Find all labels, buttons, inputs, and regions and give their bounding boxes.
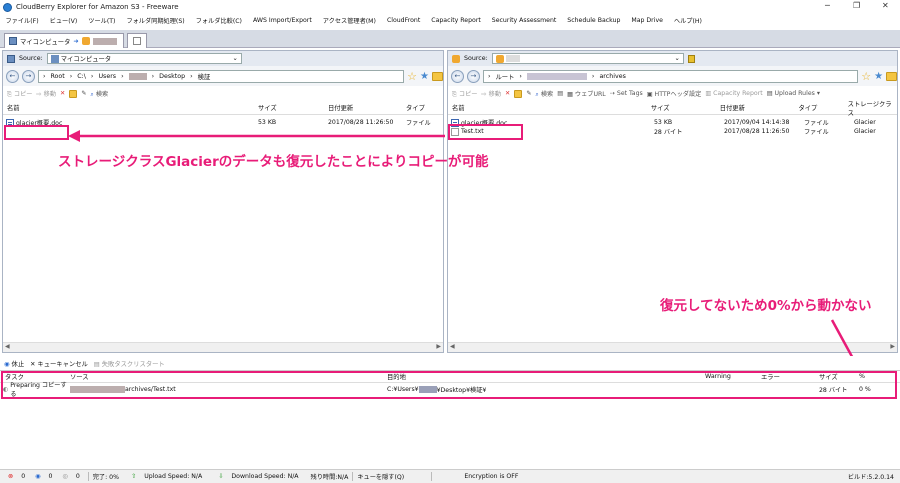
error-icon: ⊗ [8,473,14,480]
status-done: 完了: 0% [87,472,123,481]
annotation-copy-note: ストレージクラスGlacierのデータも復元したことによりコピーが可能 [58,154,489,170]
label: 失敗タスクリスタート [101,360,165,368]
count: 0 [75,473,80,480]
cancel-queue-button[interactable]: ✕ キューキャンセル [30,359,88,368]
close-icon: ✕ [30,360,36,368]
status-remaining: 残り時間:N/A [310,474,349,481]
hide-queue-button[interactable]: キューを隠す(Q) [352,472,433,481]
status-encryption: Encryption is OFF [464,473,519,480]
info-icon: ◉ [35,473,41,480]
queue-toolbar: ◉ 休止 ✕ キューキャンセル ▤ 失敗タスクリスタート [0,356,900,370]
up-arrow-icon: ⇧ [131,473,137,480]
label: キューキャンセル [37,360,88,368]
status-bar: ⊗ 0 ◉ 0 ◎ 0 完了: 0% ⇧ Upload Speed: N/A ⇩ Down… [0,469,900,483]
error-count[interactable]: ⊗ 0 ◉ 0 ◎ 0 [0,473,88,480]
arrow-head-left [68,130,80,142]
upload-speed: ⇧ Upload Speed: N/A [123,473,210,480]
pause-button[interactable]: ◉ 休止 [4,359,24,368]
label: Download Speed: N/A [231,473,299,480]
count: 0 [48,473,53,480]
label: Upload Speed: N/A [144,473,203,480]
label: 休止 [11,360,25,368]
annotation-stuck-note: 復元してないため0%から動かない [660,298,872,314]
pause-icon: ◉ [4,360,10,368]
queue-highlight [1,371,897,399]
download-speed: ⇩ Download Speed: N/A [210,473,306,480]
down-arrow-icon: ⇩ [218,473,224,480]
count: 0 [21,473,26,480]
status-build: ビルド:5.2.0.14 [847,474,894,481]
restart-failed-button[interactable]: ▤ 失敗タスクリスタート [94,359,165,368]
pending-icon: ◎ [62,473,68,480]
